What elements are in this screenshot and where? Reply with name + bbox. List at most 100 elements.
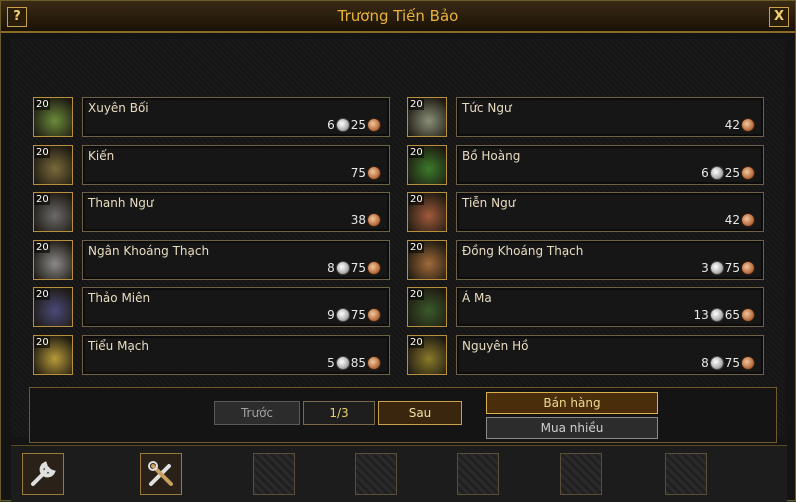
item-info-box[interactable]: Thanh Ngư 38 bbox=[82, 192, 390, 232]
close-button[interactable]: X bbox=[769, 7, 789, 27]
copper-coin-icon bbox=[367, 355, 381, 370]
item-info-box[interactable]: Xuyên Bối 6 25 bbox=[82, 97, 390, 137]
copper-coin-icon bbox=[741, 308, 755, 322]
empty-slot-icon[interactable] bbox=[560, 453, 602, 495]
item-price: 42 bbox=[725, 213, 755, 227]
item-slot[interactable]: 20 Đồng Khoáng Thạch 3 75 bbox=[407, 239, 767, 280]
copper-amount: 25 bbox=[724, 165, 740, 180]
cotton-icon[interactable]: 20 bbox=[33, 287, 73, 327]
empty-slot-icon[interactable] bbox=[253, 453, 295, 495]
silver-amount: 5 bbox=[327, 355, 335, 370]
silver-coin-icon bbox=[709, 260, 724, 275]
item-info-box[interactable]: Tiểu Mạch 5 85 bbox=[82, 334, 390, 375]
copper-amount: 75 bbox=[350, 308, 366, 322]
plant-icon[interactable]: 20 bbox=[407, 287, 447, 327]
ore-icon[interactable]: 20 bbox=[407, 239, 447, 280]
item-quantity: 20 bbox=[409, 289, 424, 300]
ore-icon[interactable]: 20 bbox=[33, 239, 73, 280]
herb-icon[interactable]: 20 bbox=[33, 97, 73, 137]
item-name: Tiễn Ngư bbox=[462, 196, 516, 210]
item-slot[interactable]: 20 Bồ Hoàng 6 25 bbox=[407, 144, 767, 185]
item-price: 3 75 bbox=[701, 260, 755, 275]
item-info-box[interactable]: Tiễn Ngư 42 bbox=[456, 192, 764, 232]
item-name: Tiểu Mạch bbox=[88, 338, 150, 353]
item-quantity: 20 bbox=[409, 194, 424, 205]
item-slot[interactable]: 20 Nguyên Hồ 8 75 bbox=[407, 334, 767, 375]
item-info-box[interactable]: Tức Ngư 42 bbox=[456, 97, 764, 137]
item-info-box[interactable]: Á Ma 13 65 bbox=[456, 287, 764, 327]
copper-amount: 85 bbox=[350, 355, 366, 370]
copper-amount: 38 bbox=[350, 213, 366, 227]
fish-icon[interactable]: 20 bbox=[407, 192, 447, 232]
copper-amount: 75 bbox=[724, 355, 740, 370]
item-name: Nguyên Hồ bbox=[462, 338, 529, 353]
item-info-box[interactable]: Ngân Khoáng Thạch 8 75 bbox=[82, 239, 390, 280]
title-bar: ? Trương Tiến Bảo X bbox=[1, 1, 795, 33]
copper-coin-icon bbox=[367, 165, 381, 180]
item-name: Bồ Hoàng bbox=[462, 148, 521, 163]
item-quantity: 20 bbox=[409, 99, 424, 110]
empty-slot-icon[interactable] bbox=[665, 453, 707, 495]
item-quantity: 20 bbox=[35, 289, 50, 300]
copper-amount: 25 bbox=[350, 118, 366, 132]
copper-amount: 65 bbox=[724, 308, 740, 322]
item-price: 5 85 bbox=[327, 355, 381, 370]
item-quantity: 20 bbox=[409, 146, 424, 158]
item-info-box[interactable]: Kiến 75 bbox=[82, 144, 390, 185]
silver-coin-icon bbox=[709, 355, 724, 370]
silver-amount: 3 bbox=[701, 260, 709, 275]
item-info-box[interactable]: Đồng Khoáng Thạch 3 75 bbox=[456, 239, 764, 280]
sell-button[interactable]: Bán hàng bbox=[486, 392, 658, 414]
silver-coin-icon bbox=[335, 355, 350, 370]
silver-amount: 8 bbox=[701, 355, 709, 370]
page-indicator: 1/3 bbox=[303, 401, 375, 425]
fish-icon[interactable]: 20 bbox=[407, 97, 447, 137]
item-slot[interactable]: 20 Ngân Khoáng Thạch 8 75 bbox=[33, 239, 393, 280]
item-slot[interactable]: 20 Tức Ngư 42 bbox=[407, 97, 767, 137]
fish-icon[interactable]: 20 bbox=[33, 192, 73, 232]
silver-coin-icon bbox=[709, 308, 724, 322]
item-quantity: 20 bbox=[35, 99, 50, 110]
copper-coin-icon bbox=[367, 260, 381, 275]
copper-amount: 75 bbox=[350, 260, 366, 275]
copper-coin-icon bbox=[741, 213, 755, 227]
silver-coin-icon bbox=[335, 118, 350, 132]
silver-amount: 13 bbox=[693, 308, 709, 322]
item-info-box[interactable]: Bồ Hoàng 6 25 bbox=[456, 144, 764, 185]
silver-amount: 6 bbox=[701, 165, 709, 180]
item-info-box[interactable]: Thảo Miên 9 75 bbox=[82, 287, 390, 327]
copper-amount: 75 bbox=[724, 260, 740, 275]
item-name: Tức Ngư bbox=[462, 101, 512, 115]
item-slot[interactable]: 20 Á Ma 13 65 bbox=[407, 287, 767, 327]
next-page-button[interactable]: Sau bbox=[378, 401, 462, 425]
copper-coin-icon bbox=[741, 165, 755, 180]
silver-coin-icon bbox=[335, 260, 350, 275]
item-name: Kiến bbox=[88, 148, 115, 163]
item-info-box[interactable]: Nguyên Hồ 8 75 bbox=[456, 334, 764, 375]
silver-coin-icon bbox=[709, 165, 724, 180]
item-name: Á Ma bbox=[462, 291, 492, 305]
item-quantity: 20 bbox=[409, 336, 424, 348]
item-price: 38 bbox=[351, 213, 381, 227]
item-slot[interactable]: 20 Xuyên Bối 6 25 bbox=[33, 97, 393, 137]
item-slot[interactable]: 20 Thanh Ngư 38 bbox=[33, 192, 393, 232]
leaf-icon[interactable]: 20 bbox=[407, 144, 447, 185]
empty-slot-icon[interactable] bbox=[457, 453, 499, 495]
item-quantity: 20 bbox=[35, 194, 50, 205]
ant-icon[interactable]: 20 bbox=[33, 144, 73, 185]
item-quantity: 20 bbox=[35, 146, 50, 158]
wrench-icon[interactable] bbox=[22, 453, 64, 495]
prev-page-button[interactable]: Trước bbox=[214, 401, 300, 425]
item-price: 9 75 bbox=[327, 308, 381, 322]
buy-many-button[interactable]: Mua nhiều bbox=[486, 417, 658, 439]
item-slot[interactable]: 20 Tiểu Mạch 5 85 bbox=[33, 334, 393, 375]
wheat-icon[interactable]: 20 bbox=[33, 334, 73, 375]
tools-icon[interactable] bbox=[140, 453, 182, 495]
silver-amount: 9 bbox=[327, 308, 335, 322]
item-slot[interactable]: 20 Kiến 75 bbox=[33, 144, 393, 185]
item-slot[interactable]: 20 Thảo Miên 9 75 bbox=[33, 287, 393, 327]
item-slot[interactable]: 20 Tiễn Ngư 42 bbox=[407, 192, 767, 232]
root-icon[interactable]: 20 bbox=[407, 334, 447, 375]
copper-coin-icon bbox=[741, 118, 755, 132]
empty-slot-icon[interactable] bbox=[355, 453, 397, 495]
